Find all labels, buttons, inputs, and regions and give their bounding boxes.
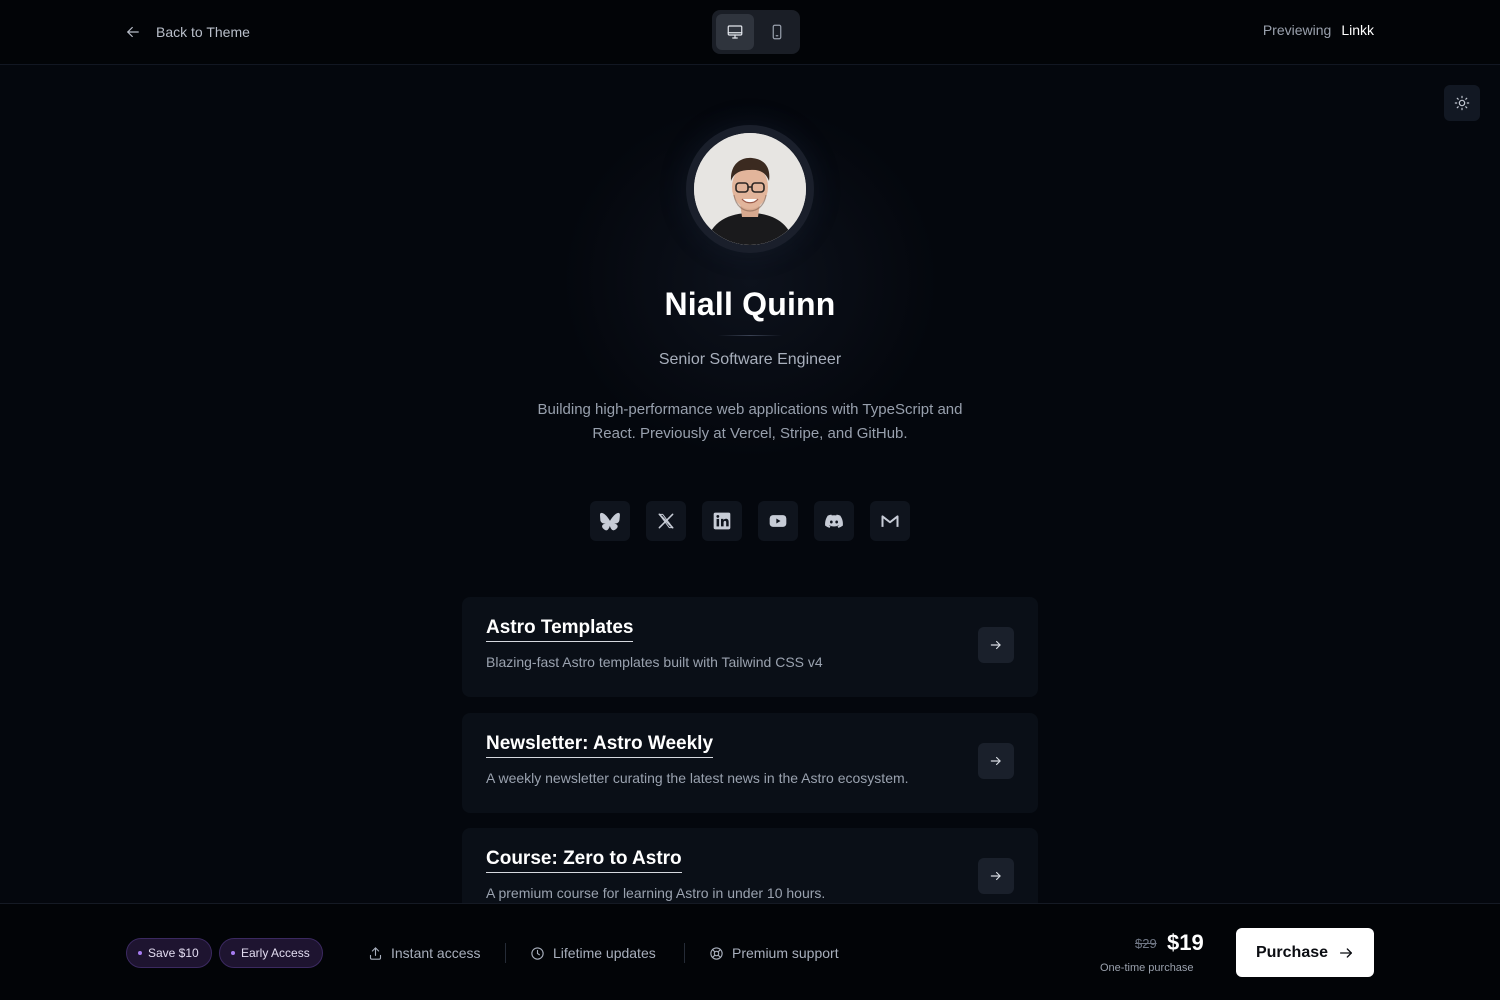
price-note: One-time purchase	[1100, 962, 1194, 974]
avatar	[694, 133, 806, 245]
x-link[interactable]	[646, 501, 686, 541]
upload-icon	[369, 946, 382, 960]
link-card-title: Course: Zero to Astro	[486, 848, 682, 873]
link-card-newsletter[interactable]: Newsletter: Astro Weekly A weekly newsle…	[462, 713, 1038, 813]
mobile-view-button[interactable]	[758, 14, 796, 50]
feature-divider	[684, 943, 685, 963]
feature-divider	[505, 943, 506, 963]
device-toggle	[712, 10, 800, 54]
save-badge: Save $10	[126, 938, 212, 968]
early-access-badge: Early Access	[219, 938, 323, 968]
linkedin-link[interactable]	[702, 501, 742, 541]
link-card-description: Blazing-fast Astro templates built with …	[486, 654, 823, 670]
sun-icon	[1454, 95, 1470, 111]
link-card-description: A weekly newsletter curating the latest …	[486, 770, 909, 786]
badge-dot	[138, 951, 142, 955]
theme-name: Linkk	[1341, 22, 1374, 38]
profile-bio: Building high-performance web applicatio…	[537, 401, 963, 442]
previewing-text: Previewing	[1262, 22, 1332, 38]
youtube-link[interactable]	[758, 501, 798, 541]
link-card-title: Newsletter: Astro Weekly	[486, 733, 714, 758]
arrow-right-icon	[990, 756, 1001, 766]
clock-icon	[531, 946, 544, 960]
profile-role: Senior Software Engineer	[658, 351, 842, 368]
original-price: $29	[1135, 936, 1157, 951]
link-card-astro-templates[interactable]: Astro Templates Blazing-fast Astro templ…	[462, 597, 1038, 697]
feature-label: Premium support	[732, 945, 839, 961]
badge-label: Save $10	[148, 946, 199, 960]
name-divider	[718, 335, 782, 336]
feature-lifetime-updates: Lifetime updates	[530, 942, 656, 964]
linkedin-icon	[713, 512, 731, 530]
feature-label: Lifetime updates	[553, 945, 656, 961]
youtube-icon	[769, 515, 787, 527]
arrow-right-icon	[990, 871, 1001, 881]
top-bar: Back to Theme Previewing Linkk	[0, 0, 1500, 65]
profile-photo	[694, 133, 806, 245]
discord-link[interactable]	[814, 501, 854, 541]
back-to-theme-link[interactable]: Back to Theme	[124, 20, 250, 44]
feature-instant-access: Instant access	[368, 942, 481, 964]
purchase-button-label: Purchase	[1255, 943, 1329, 961]
theme-toggle-button[interactable]	[1444, 85, 1480, 121]
avatar-frame	[686, 125, 814, 253]
arrow-left-icon	[127, 26, 139, 38]
link-card-description: A premium course for learning Astro in u…	[486, 885, 826, 901]
back-label: Back to Theme	[156, 24, 250, 40]
gmail-link[interactable]	[870, 501, 910, 541]
lifebuoy-icon	[710, 946, 723, 960]
link-card-title: Astro Templates	[486, 617, 634, 642]
arrow-right-icon	[1340, 947, 1353, 958]
purchase-button[interactable]: Purchase	[1236, 928, 1374, 977]
link-card-arrow-button[interactable]	[978, 858, 1014, 894]
current-price: $19	[1167, 930, 1204, 955]
discord-icon	[825, 514, 843, 528]
x-icon	[658, 513, 674, 529]
badge-dot	[231, 951, 235, 955]
arrow-right-icon	[990, 640, 1001, 650]
bluesky-icon	[600, 512, 620, 531]
monitor-icon	[727, 25, 743, 39]
badge-label: Early Access	[241, 946, 310, 960]
social-links	[590, 501, 910, 541]
gmail-icon	[881, 515, 899, 527]
link-card-arrow-button[interactable]	[978, 627, 1014, 663]
bluesky-link[interactable]	[590, 501, 630, 541]
smartphone-icon	[772, 24, 782, 40]
feature-premium-support: Premium support	[709, 942, 839, 964]
link-card-arrow-button[interactable]	[978, 743, 1014, 779]
desktop-view-button[interactable]	[716, 14, 754, 50]
previewing-label: Previewing Linkk	[1263, 22, 1374, 38]
feature-label: Instant access	[391, 945, 481, 961]
profile-name: Niall Quinn	[664, 286, 836, 322]
purchase-bar: Save $10 Early Access Instant access Lif…	[0, 903, 1500, 1000]
